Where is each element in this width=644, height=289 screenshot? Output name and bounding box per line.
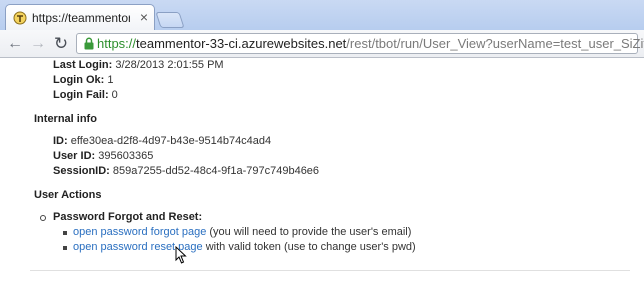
square-bullet-icon	[63, 246, 67, 250]
content-divider	[30, 270, 630, 271]
new-tab-button[interactable]	[155, 12, 185, 28]
last-login-row: Last Login: 3/28/2013 2:01:55 PM	[53, 59, 224, 71]
url-text: https://teammentor-33-ci.azurewebsites.n…	[97, 36, 644, 51]
url-host: teammentor-33-ci.azurewebsites.net	[136, 36, 347, 51]
user-id-label: User ID:	[53, 150, 96, 162]
back-arrow-icon[interactable]: ←	[6, 35, 24, 53]
id-label: ID:	[53, 135, 68, 147]
circle-bullet-icon	[40, 215, 46, 221]
user-id-row: User ID: 395603365	[53, 150, 153, 162]
close-tab-icon[interactable]: ×	[140, 9, 148, 25]
lock-icon	[84, 37, 94, 50]
square-bullet-icon	[63, 231, 67, 235]
internal-info-heading: Internal info	[34, 113, 97, 125]
reset-page-description: with valid token (use to change user's p…	[205, 241, 416, 253]
url-path: /rest/tbot/run/User_View?userName=test_u…	[346, 36, 644, 51]
mouse-pointer-icon	[175, 246, 187, 264]
id-value: effe30ea-d2f8-4d97-b43e-9514b74c4ad4	[70, 135, 272, 147]
login-ok-row: Login Ok: 1	[53, 74, 114, 86]
browser-tab[interactable]: https://teammentor-33-ci ×	[5, 4, 155, 30]
login-fail-label: Login Fail:	[53, 89, 109, 101]
login-ok-label: Login Ok:	[53, 74, 105, 86]
browser-chrome: https://teammentor-33-ci × ← → ↻ https:/…	[0, 0, 644, 58]
list-item: open password forgot page (you will need…	[73, 226, 411, 238]
id-row: ID: effe30ea-d2f8-4d97-b43e-9514b74c4ad4	[53, 135, 271, 147]
login-fail-row: Login Fail: 0	[53, 89, 118, 101]
tab-strip: https://teammentor-33-ci ×	[0, 0, 644, 30]
last-login-value: 3/28/2013 2:01:55 PM	[115, 59, 224, 71]
login-fail-value: 0	[111, 89, 118, 101]
open-password-forgot-link[interactable]: open password forgot page	[73, 226, 206, 238]
url-scheme: https://	[97, 36, 137, 51]
favicon-icon	[13, 11, 27, 25]
page-content: Last Login: 3/28/2013 2:01:55 PM Login O…	[0, 58, 644, 289]
forward-arrow-icon[interactable]: →	[29, 35, 47, 53]
reload-icon[interactable]: ↻	[52, 35, 70, 53]
list-item: open password reset page with valid toke…	[73, 241, 416, 253]
forgot-page-description: (you will need to provide the user's ema…	[209, 226, 412, 238]
session-id-value: 859a7255-dd52-48c4-9f1a-797c749b46e6	[112, 165, 320, 177]
address-bar[interactable]: https://teammentor-33-ci.azurewebsites.n…	[76, 33, 644, 54]
tab-title: https://teammentor-33-ci	[32, 11, 130, 25]
password-group-label: Password Forgot and Reset:	[53, 211, 203, 223]
user-id-value: 395603365	[98, 150, 154, 162]
session-id-label: SessionID:	[53, 165, 110, 177]
user-actions-heading: User Actions	[34, 189, 102, 201]
login-ok-value: 1	[107, 74, 114, 86]
last-login-label: Last Login:	[53, 59, 113, 71]
session-id-row: SessionID: 859a7255-dd52-48c4-9f1a-797c7…	[53, 165, 319, 177]
browser-toolbar: ← → ↻ https://teammentor-33-ci.azurewebs…	[0, 30, 644, 58]
